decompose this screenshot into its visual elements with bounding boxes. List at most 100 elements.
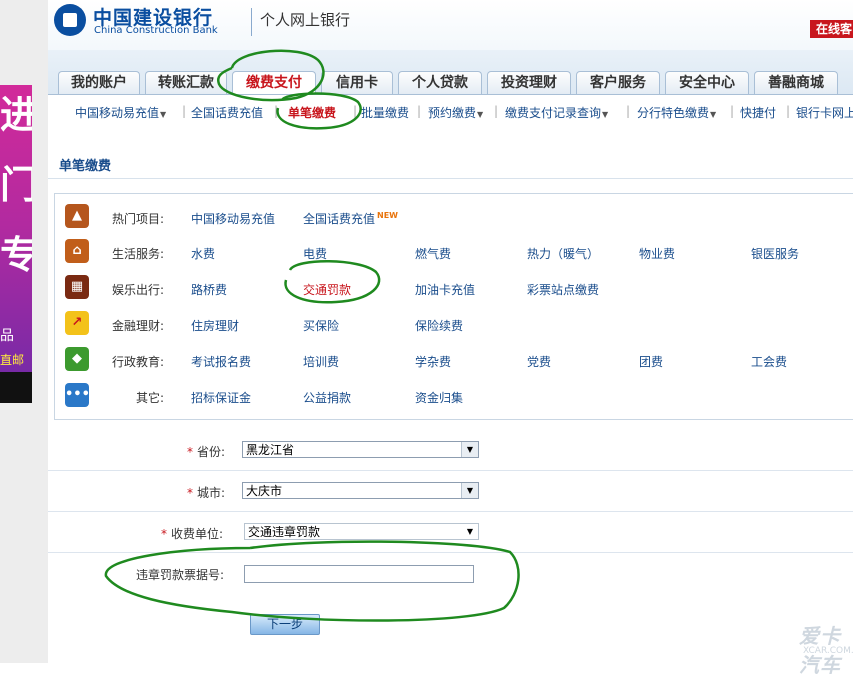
chevron-down-icon[interactable]: ▼ — [461, 442, 478, 457]
fee-unit-label: * 收费单位: — [161, 525, 223, 542]
category-item-mobile-recharge[interactable]: 中国移动易充值 — [191, 210, 275, 227]
category-item-donation[interactable]: 公益捐款 — [303, 389, 351, 406]
subnav-separator: | — [786, 104, 791, 118]
tab-personal-loan[interactable]: 个人贷款 — [398, 71, 482, 94]
ticket-number-input[interactable] — [244, 565, 474, 583]
category-item-training-fee[interactable]: 培训费 — [303, 353, 339, 370]
chevron-down-icon[interactable]: ▼ — [462, 524, 478, 539]
subnav-mobile-recharge[interactable]: 中国移动易充值▼ — [75, 104, 166, 121]
category-row-other: ••• 其它: 招标保证金 公益捐款 资金归集 — [55, 378, 853, 414]
tab-security-center[interactable]: 安全中心 — [665, 71, 749, 94]
fee-unit-select-value: 交通违章罚款 — [248, 525, 321, 539]
subnav-payment-records[interactable]: 缴费支付记录查询▼ — [505, 104, 608, 121]
category-item-fuel-card[interactable]: 加油卡充值 — [415, 281, 475, 298]
subnav-branch-payment-label: 分行特色缴费 — [637, 106, 710, 120]
category-item-housing-finance[interactable]: 住房理财 — [191, 317, 239, 334]
category-item-lottery[interactable]: 彩票站点缴费 — [527, 281, 599, 298]
subnav-payment-records-label: 缴费支付记录查询 — [505, 106, 602, 120]
subnav-separator: | — [182, 104, 187, 118]
house-icon: ⌂ — [65, 239, 89, 263]
ad-footer-bar — [0, 372, 32, 403]
payment-category-panel: ▲ 热门项目: 中国移动易充值 全国话费充值 NEW ⌂ 生活服务: 水费 电费 … — [54, 193, 853, 420]
category-label: 娱乐出行: — [111, 283, 164, 297]
chart-arrow-icon: ↗ — [65, 311, 89, 335]
subnav-bank-card-online[interactable]: 银行卡网上 — [796, 104, 853, 121]
category-item-league-fee[interactable]: 团费 — [639, 353, 663, 370]
province-select-value: 黑龙江省 — [246, 443, 295, 457]
online-service-button[interactable]: 在线客 — [810, 20, 853, 38]
province-select[interactable]: 黑龙江省 ▼ — [242, 441, 479, 458]
next-step-button[interactable]: 下一步 — [250, 614, 320, 635]
chevron-down-icon[interactable]: ▼ — [461, 483, 478, 498]
category-item-traffic-fine[interactable]: 交通罚款 — [303, 281, 351, 298]
tab-investment[interactable]: 投资理财 — [487, 71, 571, 94]
title-divider — [48, 178, 853, 179]
watermark-domain: XCAR.COM.CN — [803, 646, 853, 656]
category-item-buy-insurance[interactable]: 买保险 — [303, 317, 339, 334]
subnav-branch-payment[interactable]: 分行特色缴费▼ — [637, 104, 716, 121]
bank-page: 中国建设银行 China Construction Bank 个人网上银行 在线… — [48, 0, 853, 677]
subnav-separator: | — [626, 104, 631, 118]
ad-text-3: 专 — [0, 233, 32, 277]
subnav-mobile-recharge-label: 中国移动易充值 — [75, 106, 160, 120]
category-item-toll[interactable]: 路桥费 — [191, 281, 227, 298]
tab-my-account[interactable]: 我的账户 — [58, 71, 140, 94]
category-item-tuition[interactable]: 学杂费 — [415, 353, 451, 370]
category-row-hot: ▲ 热门项目: 中国移动易充值 全国话费充值 NEW — [55, 199, 853, 235]
category-row-life: ⌂ 生活服务: 水费 电费 燃气费 热力（暖气） 物业费 银医服务 — [55, 234, 853, 270]
subnav-phone-recharge[interactable]: 全国话费充值 — [191, 104, 263, 121]
category-item-gas[interactable]: 燃气费 — [415, 245, 451, 262]
dropdown-arrow-icon: ▼ — [602, 110, 609, 119]
subnav-separator: | — [730, 104, 735, 118]
category-item-party-fee[interactable]: 党费 — [527, 353, 551, 370]
portal-name: 个人网上银行 — [260, 11, 351, 29]
city-select[interactable]: 大庆市 ▼ — [242, 482, 479, 499]
film-icon: ▦ — [65, 275, 89, 299]
logo-divider — [251, 8, 252, 36]
fee-unit-select[interactable]: 交通违章罚款 ▼ — [244, 523, 479, 540]
tab-mall[interactable]: 善融商城 — [754, 71, 838, 94]
ticket-number-label: 违章罚款票据号: — [136, 568, 225, 582]
required-mark: * — [187, 445, 193, 459]
category-label: 其它: — [135, 391, 164, 405]
city-label: * 城市: — [187, 484, 225, 501]
category-item-heating[interactable]: 热力（暖气） — [527, 245, 599, 262]
ad-text-1: 进 — [0, 93, 32, 137]
category-label: 生活服务: — [111, 247, 164, 261]
ad-text-4: 品 — [0, 328, 14, 344]
page-header: 中国建设银行 China Construction Bank 个人网上银行 在线… — [48, 0, 853, 50]
category-item-bid-deposit[interactable]: 招标保证金 — [191, 389, 251, 406]
subnav-separator: | — [353, 104, 358, 118]
category-row-finance: ↗ 金融理财: 住房理财 买保险 保险续费 — [55, 306, 853, 342]
tab-payment[interactable]: 缴费支付 — [232, 71, 316, 94]
subnav-scheduled-payment[interactable]: 预约缴费▼ — [428, 104, 483, 121]
category-item-phone-recharge[interactable]: 全国话费充值 NEW — [303, 210, 398, 227]
tab-transfer[interactable]: 转账汇款 — [145, 71, 227, 94]
city-select-value: 大庆市 — [246, 484, 283, 498]
category-item-water[interactable]: 水费 — [191, 245, 215, 262]
category-item-union-fee[interactable]: 工会费 — [751, 353, 787, 370]
dropdown-arrow-icon: ▼ — [477, 110, 484, 119]
category-label: 热门项目: — [111, 212, 164, 226]
tab-credit-card[interactable]: 信用卡 — [321, 71, 393, 94]
category-item-phone-recharge-label: 全国话费充值 — [303, 212, 376, 226]
category-item-exam-fee[interactable]: 考试报名费 — [191, 353, 251, 370]
province-label: * 省份: — [187, 443, 225, 460]
page-title: 单笔缴费 — [59, 159, 112, 174]
subnav-single-payment[interactable]: 单笔缴费 — [288, 104, 336, 121]
city-label-text: 城市: — [197, 486, 226, 500]
subnav-batch-payment[interactable]: 批量缴费 — [361, 104, 409, 121]
category-item-electricity[interactable]: 电费 — [303, 245, 327, 262]
more-dots-icon: ••• — [65, 383, 90, 407]
ad-text-5: 直邮 — [0, 353, 25, 367]
side-advertisement[interactable]: 进 门 专 品 直邮 — [0, 85, 32, 403]
fee-unit-label-text: 收费单位: — [171, 527, 224, 541]
tab-customer-service[interactable]: 客户服务 — [576, 71, 660, 94]
category-item-property[interactable]: 物业费 — [639, 245, 675, 262]
category-item-medical[interactable]: 银医服务 — [751, 245, 799, 262]
subnav-quick-pay[interactable]: 快捷付 — [740, 104, 776, 121]
category-item-fund-pooling[interactable]: 资金归集 — [415, 389, 463, 406]
category-item-insurance-renewal[interactable]: 保险续费 — [415, 317, 463, 334]
subnav-scheduled-payment-label: 预约缴费 — [428, 106, 477, 120]
category-label: 行政教育: — [111, 355, 164, 369]
